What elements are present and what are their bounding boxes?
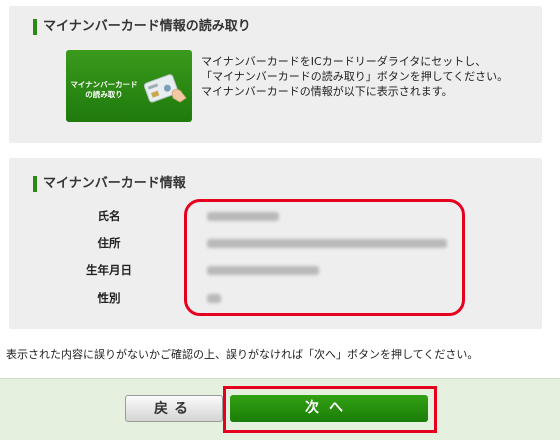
title-accent-bar <box>33 176 37 192</box>
label-birthdate: 生年月日 <box>86 263 132 277</box>
label-gender: 性別 <box>97 291 121 305</box>
read-instructions: マイナンバーカードをICカードリーダライタにセットし、 「マイナンバーカードの読… <box>201 54 508 99</box>
card-read-panel: マイナンバーカード情報の読み取り マイナンバーカード の読み取り マイナンバーカ… <box>9 6 542 143</box>
card-reader-icon <box>143 74 187 103</box>
read-card-button-label: マイナンバーカード の読み取り <box>70 80 138 99</box>
instruction-line-2: 「マイナンバーカードの読み取り」ボタンを押してください。 <box>201 70 509 83</box>
next-button-highlight-frame <box>223 386 437 433</box>
read-card-button[interactable]: マイナンバーカード の読み取り <box>66 50 192 122</box>
instruction-line-3: マイナンバーカードの情報が以下に表示されます。 <box>201 85 453 98</box>
back-button[interactable]: 戻る <box>125 395 223 422</box>
instruction-line-1: マイナンバーカードをICカードリーダライタにセットし、 <box>201 55 487 68</box>
footer-bar: 戻る 次へ <box>0 378 560 440</box>
card-info-panel: マイナンバーカード情報 氏名 住所 生年月日 性別 <box>9 158 542 329</box>
title-accent-bar <box>33 19 37 35</box>
label-name: 氏名 <box>97 209 121 223</box>
confirm-instruction: 表示された内容に誤りがないかご確認の上、誤りがなければ「次へ」ボタンを押してくだ… <box>6 348 479 361</box>
label-address: 住所 <box>97 236 121 250</box>
info-highlight-frame <box>184 199 465 316</box>
